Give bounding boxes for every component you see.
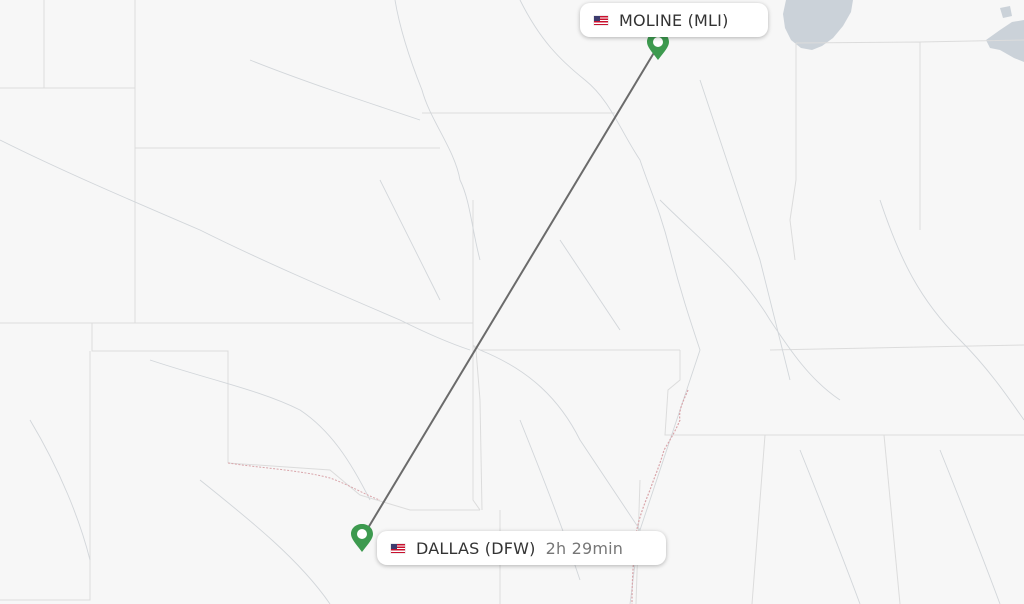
flight-duration: 2h 29min [545,538,624,558]
destination-city-label: DALLAS (DFW) [416,538,536,558]
destination-airport-label[interactable]: DALLAS (DFW) 2h 29min [377,531,666,565]
map-canvas[interactable] [0,0,1024,604]
us-flag-icon [594,15,608,25]
origin-airport-label[interactable]: MOLINE (MLI) [580,3,768,37]
us-flag-icon [391,543,405,553]
map-background [0,0,1024,604]
origin-city-label: MOLINE (MLI) [619,10,729,30]
